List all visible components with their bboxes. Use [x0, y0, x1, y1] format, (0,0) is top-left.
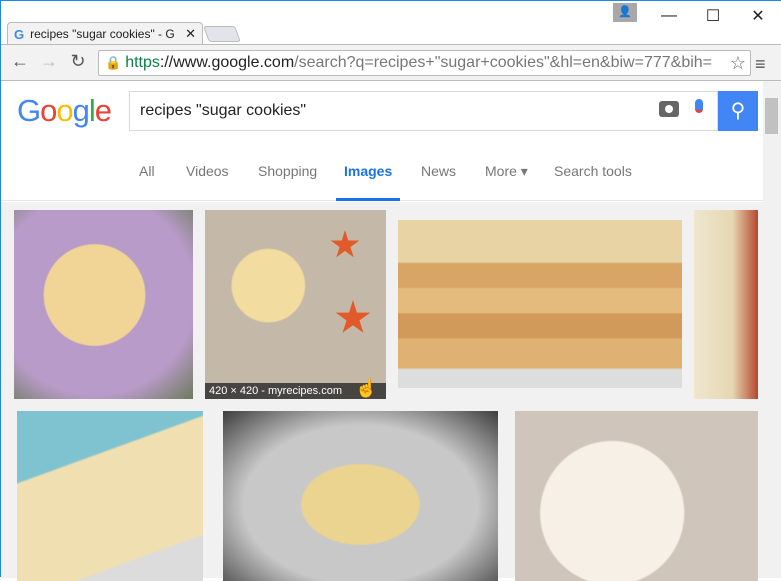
search-icon: ⚲	[730, 100, 746, 122]
image-results-grid: 420 × 420 - myrecipes.com ☝	[1, 202, 763, 581]
image-result[interactable]	[694, 210, 758, 399]
search-button[interactable]: ⚲	[718, 91, 758, 131]
new-tab-button[interactable]	[203, 26, 241, 42]
image-result[interactable]	[398, 220, 682, 388]
star-cookie	[330, 230, 360, 258]
menu-icon[interactable]: ≡	[755, 54, 766, 75]
bookmark-star-icon[interactable]: ☆	[729, 53, 746, 74]
url-scheme: https	[125, 54, 160, 71]
scrollbar-thumb[interactable]	[765, 98, 778, 134]
search-input[interactable]: recipes "sugar cookies"	[129, 91, 718, 131]
profile-icon[interactable]: 👤	[613, 3, 637, 22]
tab-title: recipes "sugar cookies" - G	[30, 27, 175, 41]
lock-icon: 🔒	[105, 55, 122, 70]
hand-cursor-icon: ☝	[355, 378, 378, 398]
google-logo[interactable]: Google	[17, 93, 112, 129]
back-icon[interactable]: ←	[9, 51, 31, 72]
tab-news[interactable]: News	[421, 163, 456, 201]
image-result[interactable]: 420 × 420 - myrecipes.com ☝	[205, 210, 386, 399]
star-cookie	[335, 300, 371, 333]
tab-shopping[interactable]: Shopping	[258, 163, 317, 201]
url-host: ://www.google.com	[159, 54, 295, 71]
tab-videos[interactable]: Videos	[186, 163, 229, 201]
close-window-button[interactable]: ✕	[736, 1, 780, 31]
scrollbar[interactable]	[763, 81, 781, 578]
tab-search-tools[interactable]: Search tools	[554, 163, 632, 201]
url-path: /search?q=recipes+"sugar+cookies"&hl=en&…	[294, 54, 713, 71]
browser-tab[interactable]: G recipes "sugar cookies" - G ✕	[7, 22, 203, 45]
tab-more[interactable]: More ▾	[485, 163, 528, 201]
image-result[interactable]	[14, 210, 193, 399]
google-favicon-icon: G	[14, 26, 25, 42]
image-result[interactable]	[223, 411, 498, 581]
maximize-button[interactable]: ☐	[691, 1, 735, 31]
address-bar[interactable]: 🔒 https://www.google.com/search?q=recipe…	[98, 50, 751, 76]
reload-icon[interactable]: ↻	[67, 51, 89, 72]
tab-images[interactable]: Images	[336, 163, 401, 201]
forward-icon[interactable]: →	[38, 51, 60, 72]
google-header: Google recipes "sugar cookies" ⚲ All Vid…	[1, 81, 763, 201]
image-result[interactable]	[515, 411, 758, 581]
tab-all[interactable]: All	[139, 163, 155, 201]
search-query: recipes "sugar cookies"	[140, 102, 307, 119]
tab-close-icon[interactable]: ✕	[185, 26, 196, 42]
image-result[interactable]	[17, 411, 203, 581]
browser-toolbar: ← → ↻ 🔒 https://www.google.com/search?q=…	[1, 44, 781, 81]
microphone-icon[interactable]	[695, 99, 703, 113]
camera-icon[interactable]	[659, 101, 679, 117]
minimize-button[interactable]: —	[647, 1, 691, 31]
title-bar: 👤 — ☐ ✕ G recipes "sugar cookies" - G ✕	[1, 1, 781, 45]
